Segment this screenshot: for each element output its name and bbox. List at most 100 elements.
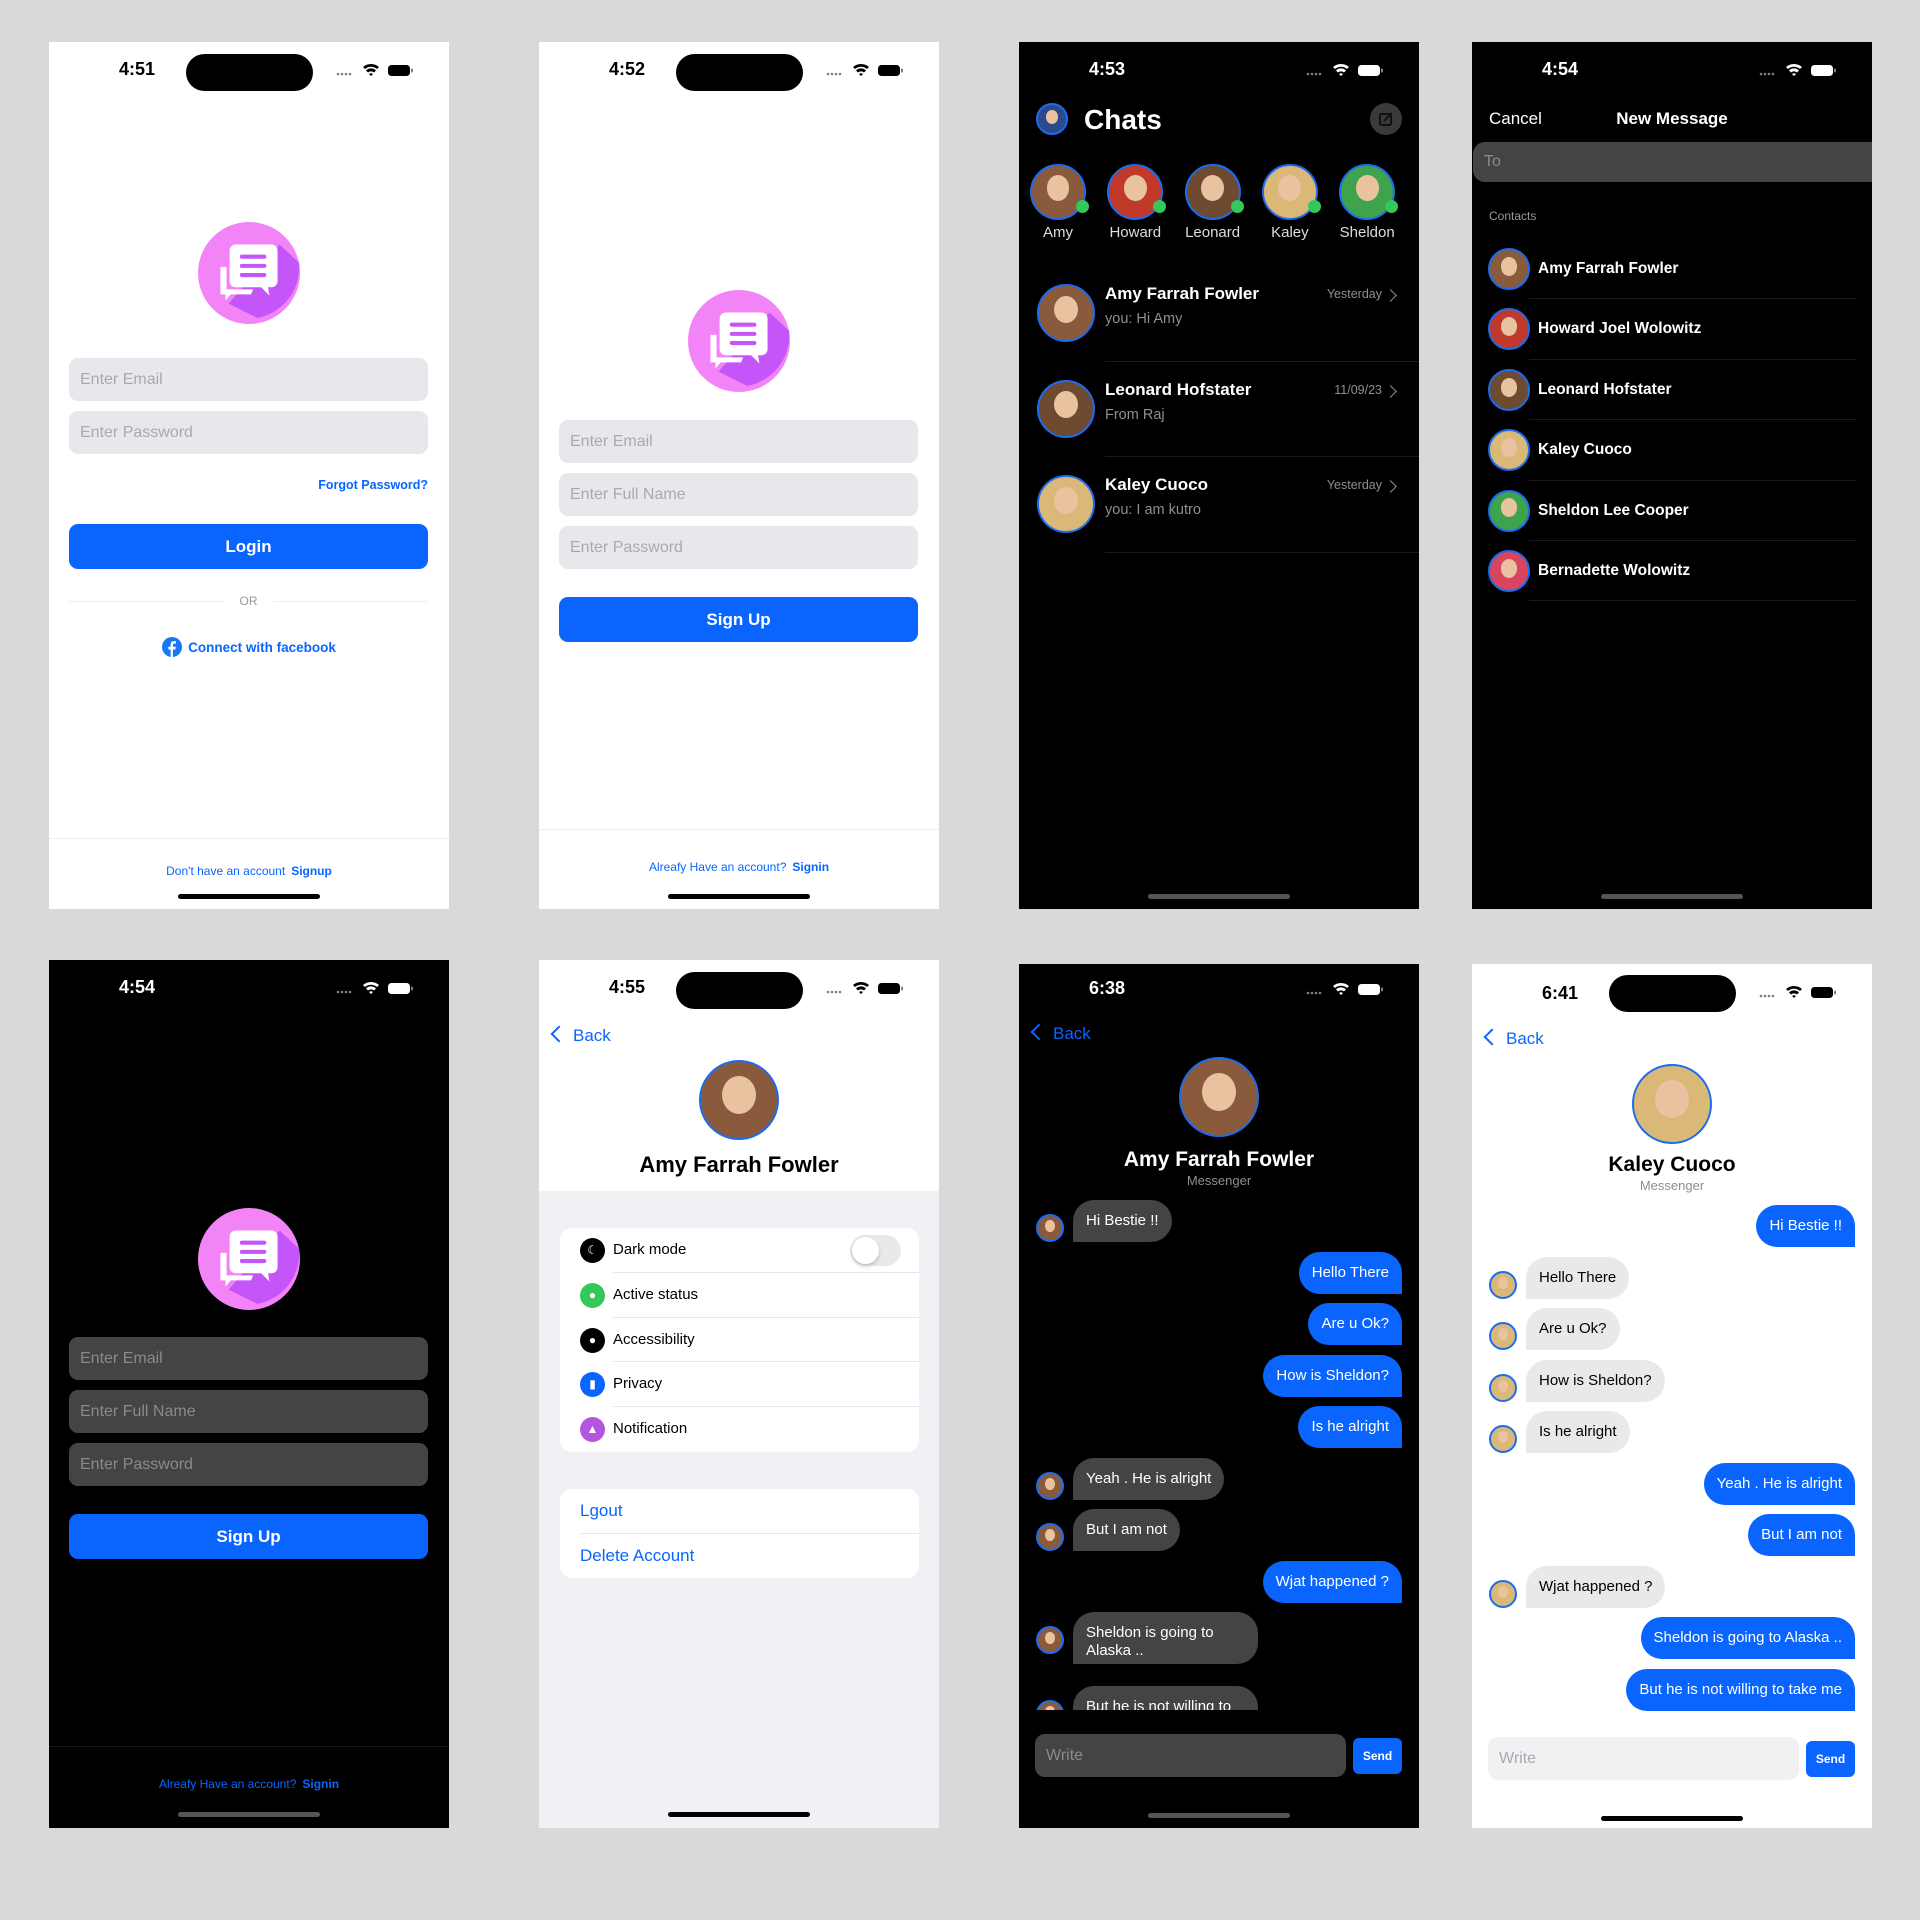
conversation-avatar xyxy=(1037,475,1095,533)
logout-button[interactable]: Lgout xyxy=(580,1501,623,1521)
person-icon: ● xyxy=(580,1327,605,1353)
divider xyxy=(69,601,224,602)
contact-avatar xyxy=(1488,550,1530,592)
message-bubble: Yeah . He is alright xyxy=(1073,1457,1225,1500)
message-input[interactable] xyxy=(1488,1737,1799,1780)
message-received: Hi Bestie !! xyxy=(1019,1200,1419,1242)
contact-row[interactable]: Amy Farrah Fowler xyxy=(1472,239,1872,300)
contact-row[interactable]: Kaley Cuoco xyxy=(1472,420,1872,481)
back-button[interactable]: Back xyxy=(1483,1028,1544,1049)
page-title: Chats xyxy=(1084,104,1162,135)
message-received: Yeah . He is alright xyxy=(1019,1457,1419,1500)
conversation-row[interactable]: Amy Farrah Fowler you: Hi Amy Yesterday xyxy=(1019,266,1419,362)
message-bubble: But he is not willing to take me xyxy=(1626,1668,1855,1711)
contact-row[interactable]: Sheldon Lee Cooper xyxy=(1472,481,1872,541)
chevron-left-icon xyxy=(1030,1023,1048,1041)
back-button[interactable]: Back xyxy=(550,1025,611,1046)
chat-bubble-icon: ● xyxy=(580,1282,605,1308)
status-icons xyxy=(1306,62,1386,78)
signup-prompt: Don't have an account Signup xyxy=(49,864,449,878)
back-label: Back xyxy=(1506,1029,1544,1048)
conversation-row[interactable]: Leonard Hofstater From Raj 11/09/23 xyxy=(1019,362,1419,457)
story-item[interactable]: Kaley xyxy=(1252,164,1328,254)
story-name: Amy xyxy=(1043,224,1073,241)
sender-avatar xyxy=(1036,1699,1064,1710)
divider xyxy=(580,1533,919,1534)
message-list[interactable]: Hi Bestie !! Hello There Are u Ok? How is S… xyxy=(1472,1205,1872,1715)
contact-avatar xyxy=(1488,429,1530,472)
message-received: Sheldon is going to Alaska .. xyxy=(1019,1612,1419,1676)
message-list[interactable]: Hi Bestie !! Hello There Are u Ok? How is S… xyxy=(1019,1200,1419,1710)
contacts-label: Contacts xyxy=(1489,209,1537,223)
footer-divider xyxy=(49,1746,449,1747)
or-label: OR xyxy=(239,594,258,608)
login-button[interactable]: Login xyxy=(69,524,428,569)
to-input[interactable] xyxy=(1473,142,1872,182)
message-bubble: Is he alright xyxy=(1526,1411,1630,1453)
dark-mode-toggle[interactable] xyxy=(850,1235,901,1266)
message-received: How is Sheldon? xyxy=(1472,1359,1872,1402)
settings-row-dark-mode[interactable]: ☾ Dark mode xyxy=(560,1228,919,1273)
account-card: Lgout Delete Account xyxy=(560,1489,919,1578)
settings-row-notification[interactable]: ▲ Notification xyxy=(560,1407,919,1452)
contact-name: Kaley Cuoco xyxy=(1538,441,1632,459)
sender-avatar xyxy=(1036,1471,1064,1500)
contact-row[interactable]: Leonard Hofstater xyxy=(1472,360,1872,421)
contact-subtitle: Messenger xyxy=(1186,1173,1252,1188)
app-logo-icon xyxy=(688,290,790,392)
profile-avatar[interactable] xyxy=(1036,103,1068,135)
online-indicator xyxy=(1076,200,1089,213)
facebook-label: Connect with facebook xyxy=(188,640,336,655)
signup-link[interactable]: Signup xyxy=(291,864,332,878)
email-input[interactable] xyxy=(559,420,918,463)
status-icons xyxy=(1759,62,1839,78)
back-label: Back xyxy=(1053,1024,1091,1043)
stories-row: Amy Howard Leonard Kaley Sheldon xyxy=(1019,164,1419,254)
signup-button[interactable]: Sign Up xyxy=(69,1514,428,1559)
settings-label: Notification xyxy=(613,1420,688,1438)
home-indicator xyxy=(178,894,320,899)
settings-row-active-status[interactable]: ● Active status xyxy=(560,1273,919,1318)
story-item[interactable]: Amy xyxy=(1020,164,1096,254)
conversation-row[interactable]: Kaley Cuoco you: I am kutro Yesterday xyxy=(1019,457,1419,553)
settings-row-accessibility[interactable]: ● Accessibility xyxy=(560,1318,919,1363)
password-input[interactable] xyxy=(69,1443,428,1486)
settings-row-privacy[interactable]: ▮ Privacy xyxy=(560,1362,919,1408)
facebook-login-button[interactable]: Connect with facebook xyxy=(49,637,449,657)
signup-button[interactable]: Sign Up xyxy=(559,597,918,642)
new-message-screen: 4:54 Cancel New Message Contacts Amy Far… xyxy=(1472,42,1872,909)
contact-avatar xyxy=(1488,308,1530,351)
contact-row[interactable]: Bernadette Wolowitz xyxy=(1472,541,1872,602)
email-input[interactable] xyxy=(69,358,428,401)
message-bubble: How is Sheldon? xyxy=(1526,1359,1665,1402)
contact-row[interactable]: Howard Joel Wolowitz xyxy=(1472,299,1872,360)
story-item[interactable]: Sheldon xyxy=(1329,164,1405,254)
signup-screen-dark: 4:54 Sign Up Alreafy Have an account? Sig… xyxy=(49,960,449,1828)
full-name-input[interactable] xyxy=(69,1390,428,1433)
page-title: New Message xyxy=(1616,109,1728,128)
message-bubble: Are u Ok? xyxy=(1526,1308,1620,1350)
forgot-password-link[interactable]: Forgot Password? xyxy=(318,478,428,492)
story-item[interactable]: Leonard xyxy=(1175,164,1251,254)
message-sent: But he is not willing to take me xyxy=(1472,1668,1872,1711)
send-button[interactable]: Send xyxy=(1353,1738,1402,1774)
back-button[interactable]: Back xyxy=(1030,1023,1091,1044)
story-item[interactable]: Howard xyxy=(1097,164,1173,254)
password-input[interactable] xyxy=(69,411,428,454)
sender-avatar xyxy=(1489,1373,1517,1402)
status-time: 4:51 xyxy=(118,59,156,79)
compose-button[interactable] xyxy=(1370,103,1402,135)
delete-account-button[interactable]: Delete Account xyxy=(580,1546,694,1566)
conversation-avatar xyxy=(1037,284,1095,342)
send-button[interactable]: Send xyxy=(1806,1741,1855,1777)
message-bubble: Sheldon is going to Alaska .. xyxy=(1640,1617,1855,1659)
full-name-input[interactable] xyxy=(559,473,918,516)
status-icons xyxy=(1306,981,1386,997)
message-received: Is he alright xyxy=(1472,1411,1872,1453)
message-input[interactable] xyxy=(1035,1734,1346,1777)
app-logo-icon xyxy=(198,222,300,324)
signin-link[interactable]: Signin xyxy=(792,860,829,874)
password-input[interactable] xyxy=(559,526,918,569)
signin-link[interactable]: Signin xyxy=(302,1777,339,1791)
email-input[interactable] xyxy=(69,1337,428,1380)
